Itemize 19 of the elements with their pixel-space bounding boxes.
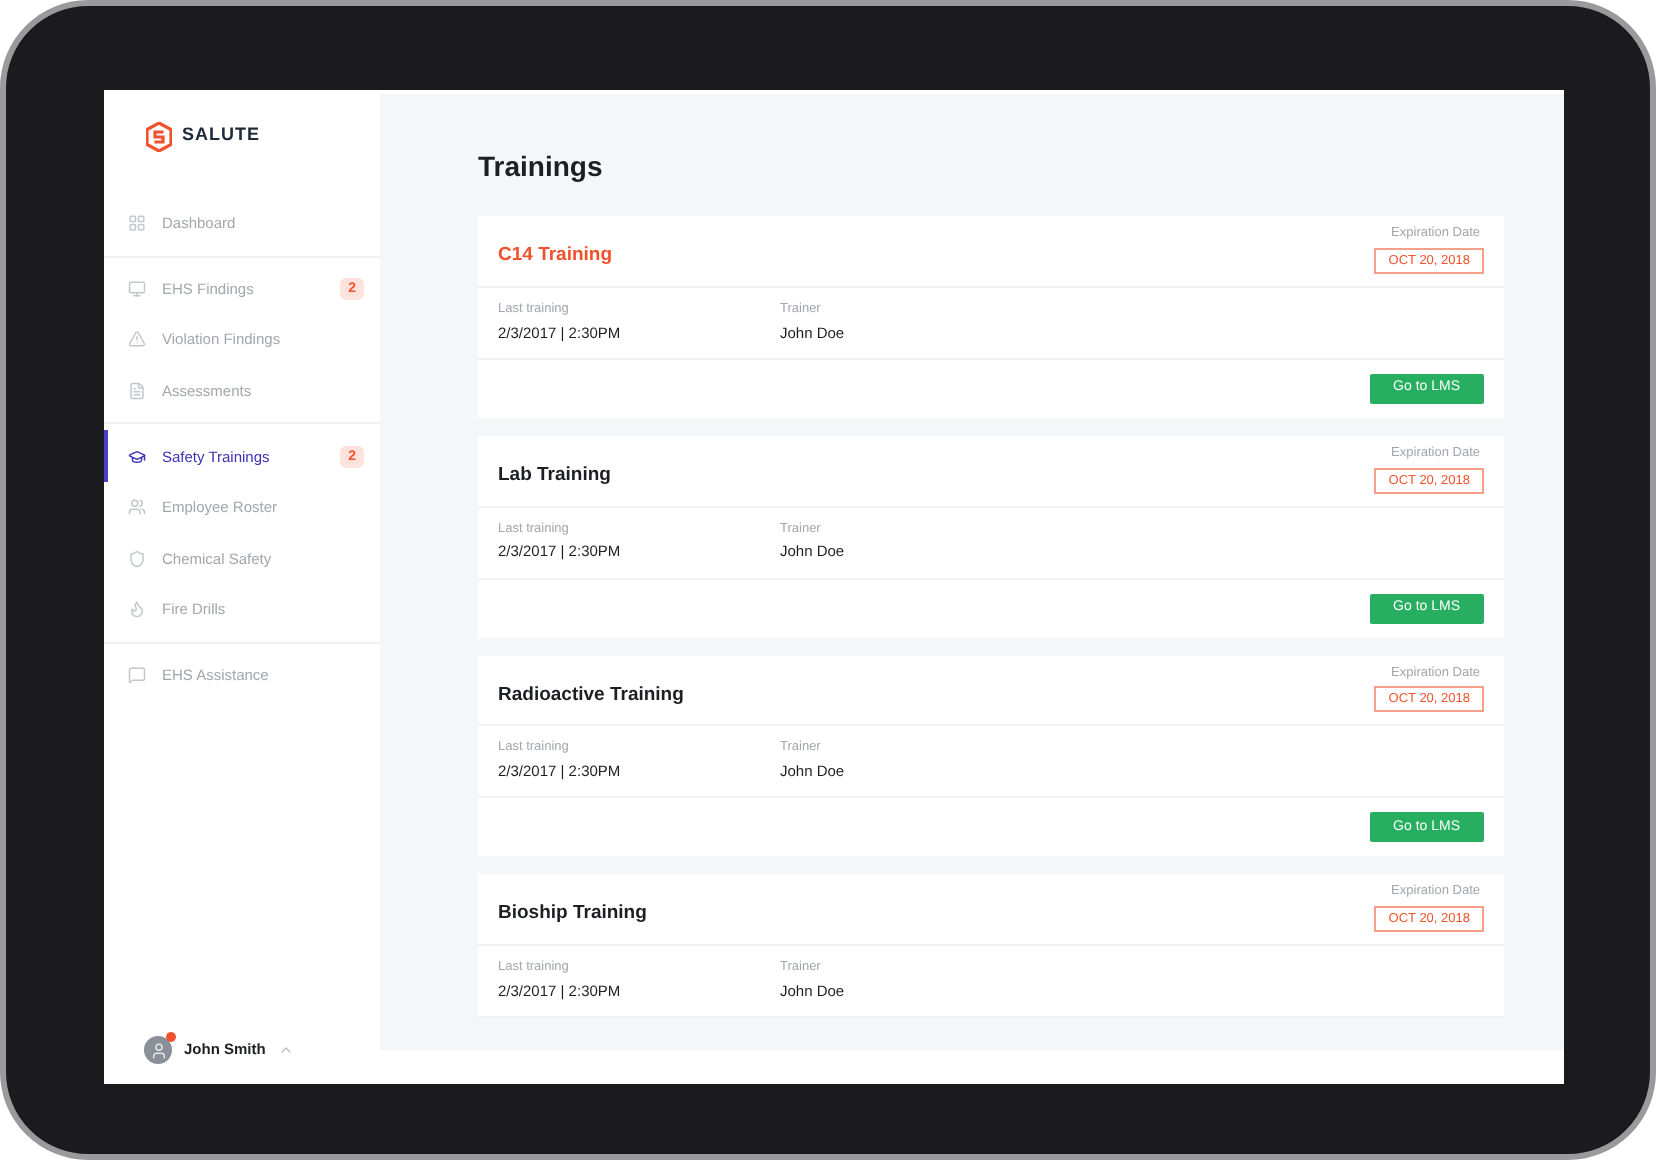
person-icon [149, 1041, 167, 1059]
chevron-up-icon[interactable] [277, 1042, 294, 1058]
brand-name: SALUTE [182, 122, 260, 149]
page-title: Trainings [478, 148, 605, 186]
training-title: Lab Training [498, 461, 611, 490]
graduation-cap-icon [128, 447, 146, 466]
training-title: Bioship Training [498, 900, 647, 929]
flame-icon [128, 600, 146, 619]
document-icon [128, 382, 146, 401]
chat-icon [128, 666, 146, 685]
monitor-icon [128, 279, 146, 298]
grid-icon [128, 214, 146, 233]
logo-icon [146, 121, 172, 151]
training-title: Radioactive Training [498, 681, 684, 709]
training-title: C14 Training [498, 242, 613, 270]
warning-icon [128, 330, 146, 349]
avatar[interactable] [144, 1036, 172, 1064]
people-icon [128, 498, 146, 517]
shield-icon [128, 549, 146, 568]
